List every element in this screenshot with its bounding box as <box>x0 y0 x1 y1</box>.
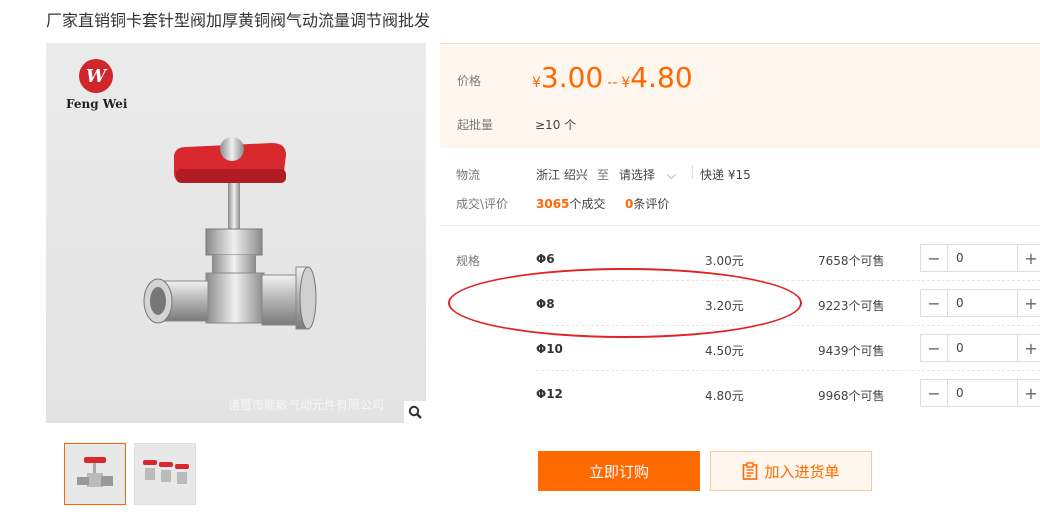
quantity-input[interactable]: 0 <box>947 245 1018 271</box>
spec-price: 4.50元 <box>705 344 744 358</box>
quantity-input[interactable]: 0 <box>947 335 1018 361</box>
quantity-stepper: − 0 + <box>920 244 1040 272</box>
add-to-cart-button[interactable]: 加入进货单 <box>710 451 872 491</box>
reviews-suffix: 条评价 <box>633 197 670 211</box>
moq-label: 起批量 <box>457 118 494 132</box>
increment-button[interactable]: + <box>1018 245 1040 271</box>
quantity-stepper: − 0 + <box>920 289 1040 317</box>
magnifier-icon <box>408 405 422 419</box>
decrement-button[interactable]: − <box>921 335 947 361</box>
spec-name: Φ10 <box>536 342 563 356</box>
add-to-cart-label: 加入进货单 <box>764 462 840 481</box>
price-label: 价格 <box>457 74 482 88</box>
logistics-label: 物流 <box>456 168 481 182</box>
deals-suffix: 个成交 <box>569 197 606 211</box>
thumbnail-2[interactable] <box>134 443 196 505</box>
deals-count: 3065 <box>536 197 570 211</box>
decrement-button[interactable]: − <box>921 245 947 271</box>
deals-count-link[interactable]: 3065个成交 <box>536 195 605 212</box>
spec-price: 4.80元 <box>705 389 744 403</box>
price-panel: 价格 ¥3.00 -- ¥4.80 起批量 ≥10 个 <box>440 43 1040 148</box>
chevron-down-icon: ⌵ <box>666 168 676 182</box>
price-range: ¥3.00 -- ¥4.80 <box>532 61 693 94</box>
to-label: 至 <box>597 168 610 182</box>
highlight-ellipse <box>448 268 802 338</box>
spec-name: Φ12 <box>536 387 563 401</box>
spec-stock: 9439个可售 <box>818 344 885 358</box>
divider <box>692 165 693 179</box>
decrement-button[interactable]: − <box>921 290 947 316</box>
valve-illustration <box>143 137 317 330</box>
spec-stock: 9968个可售 <box>818 389 885 403</box>
price-low: 3.00 <box>540 61 604 94</box>
section-divider <box>440 225 1040 226</box>
increment-button[interactable]: + <box>1018 290 1040 316</box>
thumbnail-1[interactable] <box>64 443 126 505</box>
spec-stock: 9223个可售 <box>818 299 885 313</box>
spec-price: 3.00元 <box>705 254 744 268</box>
quantity-input[interactable]: 0 <box>947 290 1018 316</box>
moq-value: ≥10 个 <box>535 118 577 132</box>
spec-stock: 7658个可售 <box>818 254 885 268</box>
origin-location: 浙江 绍兴 <box>536 168 588 182</box>
thumbnail-valves-image <box>143 460 189 484</box>
quantity-input[interactable]: 0 <box>947 380 1018 406</box>
row-divider <box>536 370 1040 371</box>
increment-button[interactable]: + <box>1018 335 1040 361</box>
quantity-stepper: − 0 + <box>920 334 1040 362</box>
quantity-stepper: − 0 + <box>920 379 1040 407</box>
thumbnail-valve-image <box>77 457 113 487</box>
price-high: 4.80 <box>630 61 693 94</box>
destination-value: 请选择 <box>619 168 656 182</box>
destination-select[interactable]: 请选择 ⌵ <box>619 166 676 183</box>
express-fee: 快递 ¥15 <box>700 168 751 182</box>
product-title: 厂家直销铜卡套针型阀加厚黄铜阀气动流量调节阀批发 <box>46 11 431 30</box>
image-watermark: 诸暨市能敏气动元件有限公司 <box>228 398 385 412</box>
trade-label: 成交\评价 <box>456 197 509 211</box>
reviews-count-link[interactable]: 0条评价 <box>625 195 669 212</box>
increment-button[interactable]: + <box>1018 380 1040 406</box>
decrement-button[interactable]: − <box>921 380 947 406</box>
clipboard-icon <box>743 462 758 480</box>
zoom-button[interactable] <box>404 401 426 423</box>
product-main-image[interactable]: W Feng Wei 诸暨市能敏气动元件有限公司 <box>46 43 426 423</box>
spec-name: Φ6 <box>536 252 555 266</box>
order-now-button[interactable]: 立即订购 <box>538 451 700 491</box>
spec-label: 规格 <box>456 254 481 268</box>
